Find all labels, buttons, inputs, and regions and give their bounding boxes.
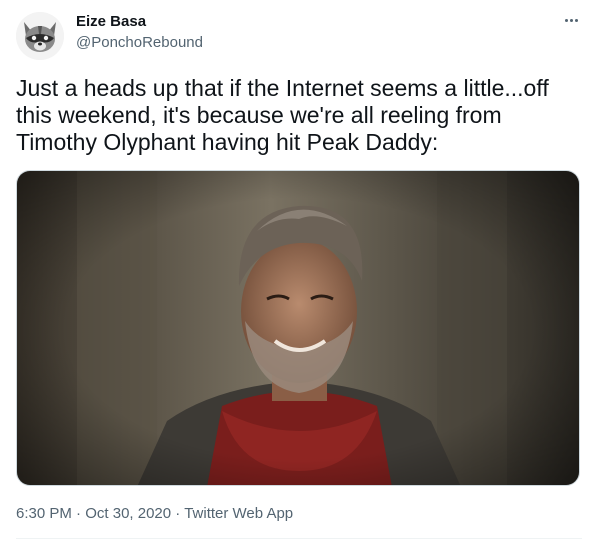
more-dots-icon — [564, 18, 578, 22]
more-options-button[interactable] — [558, 10, 584, 30]
meta-separator: · — [76, 505, 82, 522]
raccoon-avatar-icon — [16, 12, 64, 60]
tweet-source[interactable]: Twitter Web App — [184, 505, 293, 522]
divider — [16, 538, 582, 539]
author-handle[interactable]: @PonchoRebound — [76, 33, 203, 53]
avatar[interactable] — [16, 12, 64, 60]
tweet-text: Just a heads up that if the Internet see… — [16, 75, 549, 155]
tweet-meta: 6:30 PM · Oct 30, 2020 · Twitter Web App — [16, 504, 293, 524]
tweet-card: Eize Basa @PonchoRebound Just a heads up… — [0, 0, 598, 541]
meta-separator: · — [175, 505, 181, 522]
tweet-date[interactable]: Oct 30, 2020 — [85, 505, 171, 522]
author-name[interactable]: Eize Basa — [76, 12, 146, 32]
tweet-time[interactable]: 6:30 PM — [16, 505, 72, 522]
tweet-photo[interactable] — [16, 170, 580, 486]
photo-image — [17, 171, 579, 485]
